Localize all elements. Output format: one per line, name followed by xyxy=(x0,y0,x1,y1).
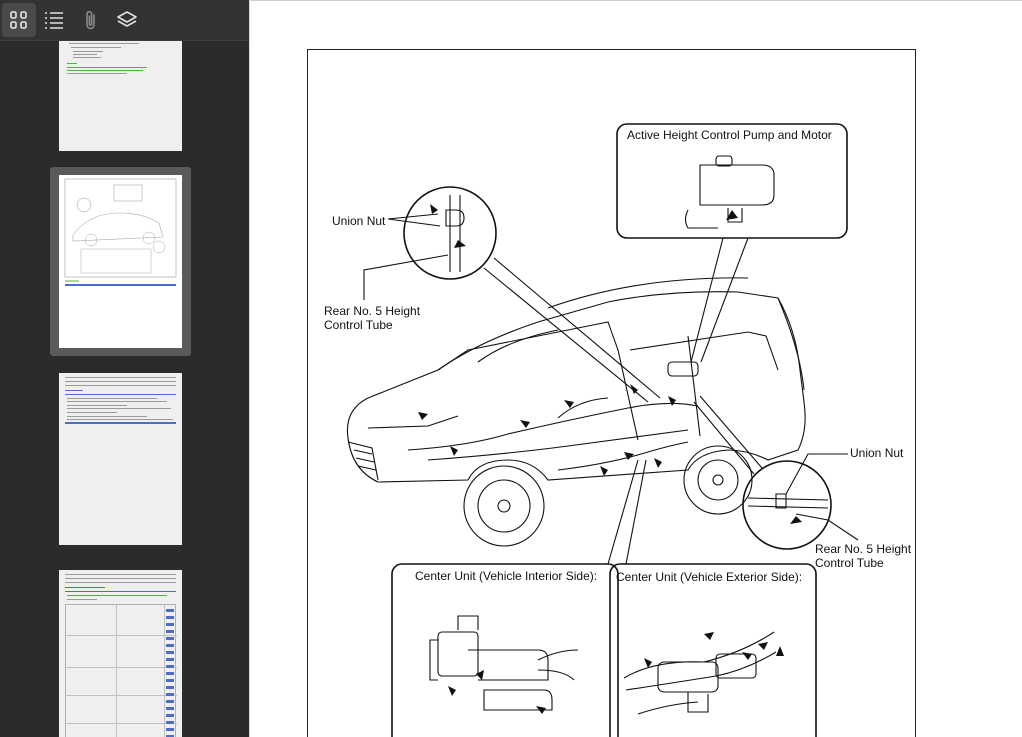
attachments-button[interactable] xyxy=(74,3,108,37)
page-thumbnail-selected[interactable] xyxy=(59,175,182,348)
label-center-exterior: Center Unit (Vehicle Exterior Side): xyxy=(616,570,803,584)
pdf-viewer-app: Union Nut Rear No. 5 Height Control Tube… xyxy=(0,0,1022,737)
layers-icon xyxy=(117,11,137,27)
label-tube-left-line2: Control Tube xyxy=(324,318,393,332)
thumbnails-icon xyxy=(10,11,27,29)
label-tube-right-line1: Rear No. 5 Height xyxy=(815,542,912,556)
document-page: Union Nut Rear No. 5 Height Control Tube… xyxy=(307,49,916,737)
page-thumbnail[interactable] xyxy=(59,41,182,151)
label-union-nut-top: Union Nut xyxy=(332,214,386,228)
thumbnail-diagram xyxy=(64,178,177,286)
layers-button[interactable] xyxy=(110,3,144,37)
label-tube-right-line2: Control Tube xyxy=(815,556,884,570)
label-tube-left-line1: Rear No. 5 Height xyxy=(324,304,421,318)
suspension-diagram xyxy=(346,123,859,737)
thumbnail-list xyxy=(0,41,249,737)
page-thumbnail[interactable] xyxy=(59,373,182,545)
label-union-nut-right: Union Nut xyxy=(850,446,904,460)
sidebar xyxy=(0,0,249,737)
label-pump-motor: Active Height Control Pump and Motor xyxy=(627,128,832,142)
page-thumbnail[interactable] xyxy=(59,570,182,737)
outline-button[interactable] xyxy=(37,3,71,37)
thumbnails-button[interactable] xyxy=(2,3,36,37)
label-center-interior: Center Unit (Vehicle Interior Side): xyxy=(415,569,598,583)
outline-icon xyxy=(45,12,63,29)
sidebar-toolbar xyxy=(0,0,249,41)
attachments-icon xyxy=(86,10,95,30)
document-viewer[interactable]: Union Nut Rear No. 5 Height Control Tube… xyxy=(250,0,1022,737)
